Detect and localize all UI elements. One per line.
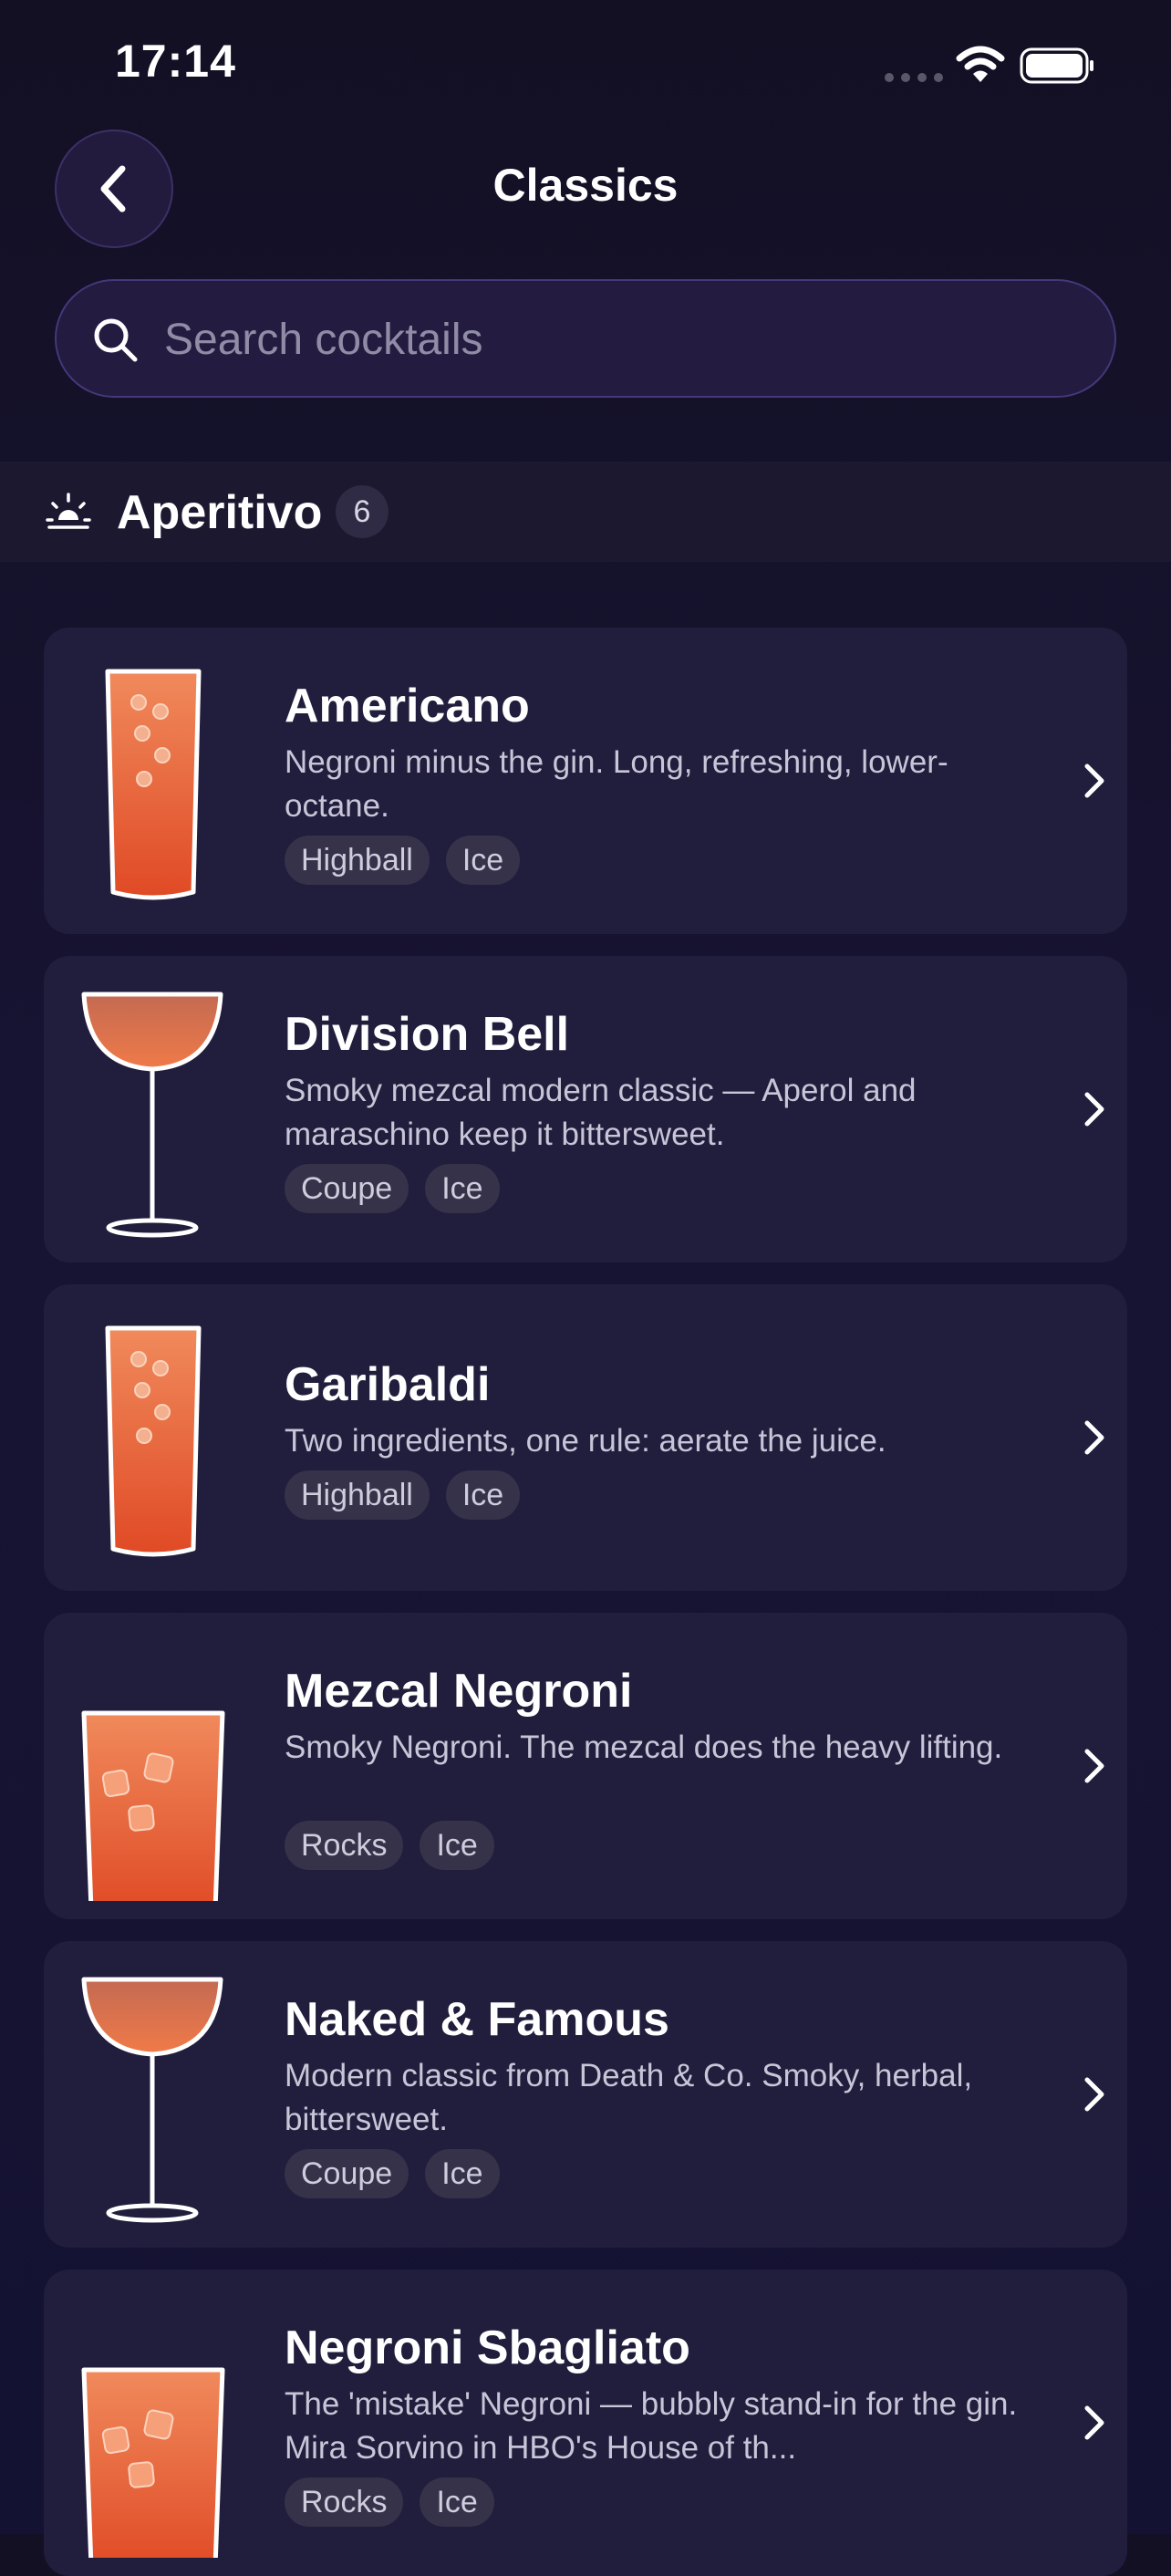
- status-bar: 17:14: [0, 0, 1171, 128]
- wifi-icon: [956, 46, 1005, 82]
- cocktail-name: Mezcal Negroni: [285, 1665, 633, 1718]
- tag-list: Rocks Ice: [285, 2477, 494, 2527]
- cocktail-description: Modern classic from Death & Co. Smoky, h…: [285, 2058, 973, 2137]
- glass-tag: Highball: [285, 836, 430, 885]
- chevron-right-icon: [1084, 763, 1104, 798]
- cocktail-description: Two ingredients, one rule: aerate the ju…: [285, 1423, 886, 1459]
- tag-list: Highball Ice: [285, 1470, 521, 1520]
- glass-tag: Coupe: [285, 1164, 409, 1213]
- coupe-glass-icon: [81, 992, 223, 1238]
- cocktail-description: Negroni minus the gin. Long, refreshing,…: [285, 744, 948, 824]
- rocks-glass-icon: [81, 2367, 225, 2558]
- search-bar[interactable]: [55, 279, 1116, 398]
- glass-tag: Highball: [285, 1470, 430, 1520]
- ice-tag: Ice: [445, 1470, 521, 1520]
- cocktail-card-garibaldi[interactable]: Garibaldi Two ingredients, one rule: aer…: [44, 1284, 1127, 1591]
- highball-glass-icon: [105, 1325, 202, 1557]
- ice-tag: Ice: [425, 2149, 500, 2198]
- tag-list: Highball Ice: [285, 836, 521, 885]
- ice-tag: Ice: [425, 1164, 500, 1213]
- cocktail-card-division-bell[interactable]: Division Bell Smoky mezcal modern classi…: [44, 956, 1127, 1262]
- cocktail-name: Negroni Sbagliato: [285, 2322, 690, 2374]
- cocktail-card-negroni-sbagliato[interactable]: Negroni Sbagliato The 'mistake' Negroni …: [44, 2270, 1127, 2576]
- chevron-right-icon: [1084, 1749, 1104, 1783]
- search-input[interactable]: [162, 281, 1078, 398]
- ice-tag: Ice: [445, 836, 521, 885]
- tag-list: Coupe Ice: [285, 1164, 500, 1213]
- section-title: Aperitivo: [117, 486, 323, 539]
- section-count-badge: 6: [336, 485, 389, 538]
- cocktail-card-mezcal-negroni[interactable]: Mezcal Negroni Smoky Negroni. The mezcal…: [44, 1613, 1127, 1919]
- chevron-right-icon: [1084, 1420, 1104, 1455]
- rocks-glass-icon: [81, 1710, 225, 1901]
- cellular-signal-icon: [885, 73, 943, 82]
- status-time: 17:14: [115, 36, 236, 87]
- cocktail-card-naked-and-famous[interactable]: Naked & Famous Modern classic from Death…: [44, 1941, 1127, 2248]
- page-title: Classics: [492, 160, 679, 211]
- cocktail-name: Garibaldi: [285, 1358, 491, 1411]
- ice-tag: Ice: [420, 2477, 494, 2527]
- section-header: Aperitivo 6: [0, 462, 1171, 562]
- highball-glass-icon: [105, 669, 202, 900]
- chevron-right-icon: [1084, 2077, 1104, 2112]
- battery-icon: [1020, 47, 1093, 84]
- cocktail-name: Naked & Famous: [285, 1993, 669, 2046]
- glass-tag: Rocks: [285, 1821, 404, 1870]
- chevron-right-icon: [1084, 2405, 1104, 2440]
- cocktail-description: Smoky mezcal modern classic — Aperol and…: [285, 1073, 917, 1152]
- cocktail-description: Smoky Negroni. The mezcal does the heavy…: [285, 1729, 1003, 1765]
- cocktail-description: The 'mistake' Negroni — bubbly stand-in …: [285, 2386, 1018, 2466]
- tag-list: Coupe Ice: [285, 2149, 500, 2198]
- cocktail-name: Division Bell: [285, 1008, 570, 1061]
- ice-tag: Ice: [420, 1821, 494, 1870]
- search-icon: [94, 318, 138, 362]
- glass-tag: Coupe: [285, 2149, 409, 2198]
- sunrise-icon: [46, 493, 91, 529]
- chevron-right-icon: [1084, 1092, 1104, 1127]
- tag-list: Rocks Ice: [285, 1821, 494, 1870]
- cocktail-name: Americano: [285, 680, 530, 732]
- glass-tag: Rocks: [285, 2477, 404, 2527]
- coupe-glass-icon: [81, 1977, 223, 2223]
- cocktail-card-americano[interactable]: Americano Negroni minus the gin. Long, r…: [44, 628, 1127, 934]
